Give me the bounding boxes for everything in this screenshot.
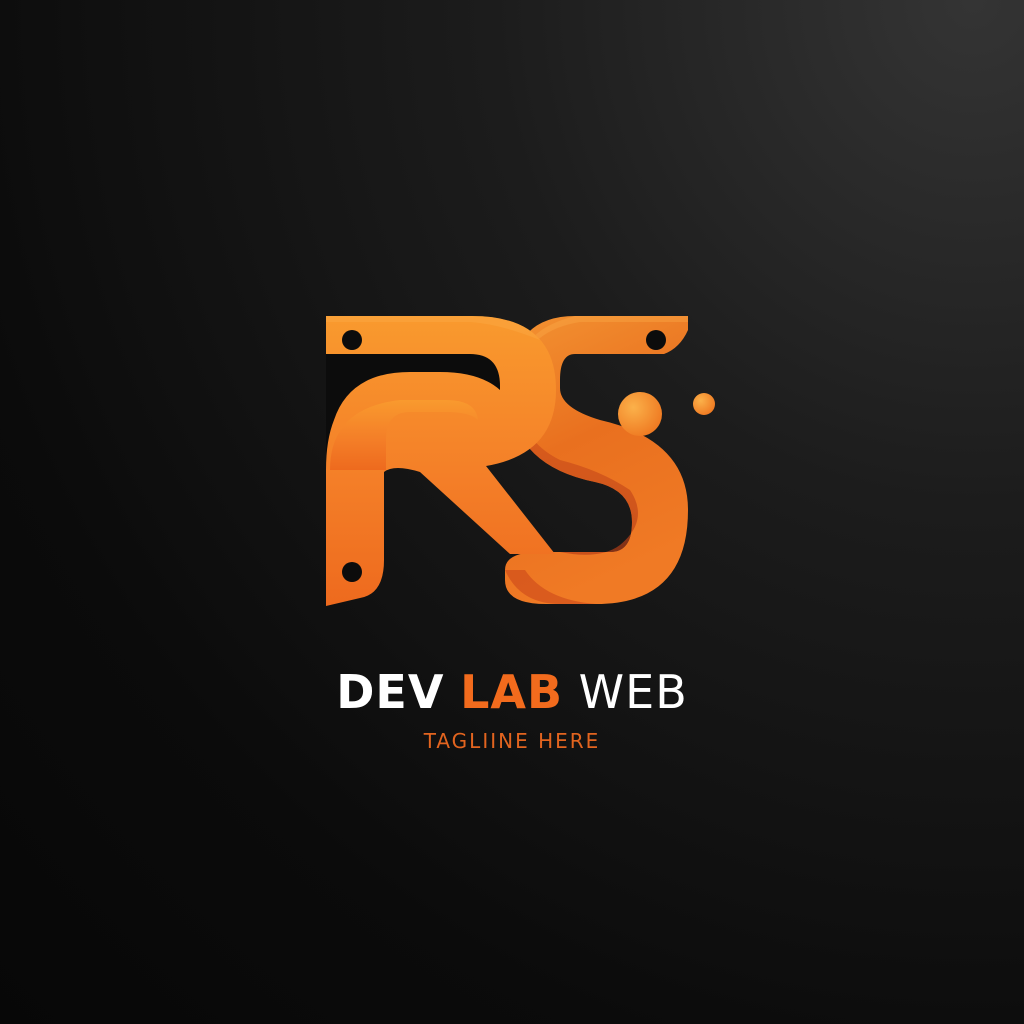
logo-canvas: DEV LAB WEB TAGLIINE HERE <box>0 0 1024 1024</box>
hole-bottom-left <box>342 562 362 582</box>
brand-tagline: TAGLIINE HERE <box>423 729 601 753</box>
brand-name-dev: DEV <box>336 665 445 719</box>
decor-dot-large <box>618 392 662 436</box>
brand-name-lab: LAB <box>460 665 564 719</box>
brand-name-web: WEB <box>578 665 688 719</box>
hole-top-left <box>342 330 362 350</box>
decor-dot-small <box>693 393 715 415</box>
rs-monogram-logo <box>326 316 715 606</box>
hole-top-right <box>646 330 666 350</box>
brand-name: DEV LAB WEB <box>0 664 1024 720</box>
